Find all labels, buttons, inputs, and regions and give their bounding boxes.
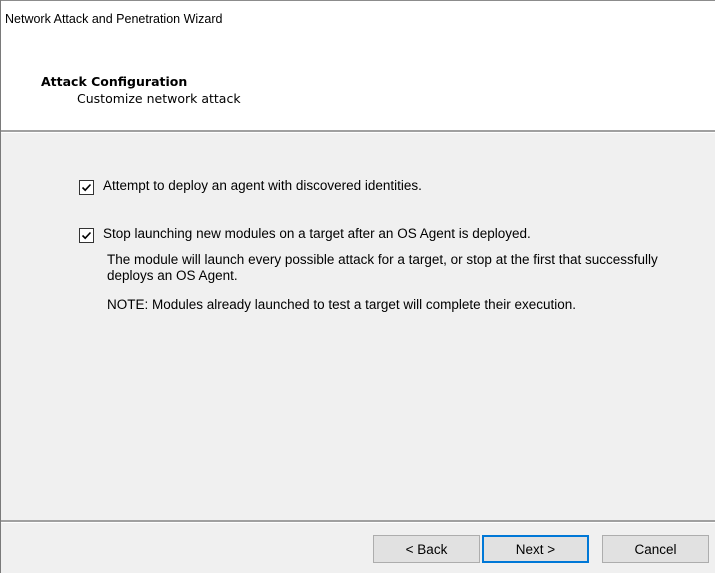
wizard-header: Attack Configuration Customize network a… [1,34,715,130]
wizard-footer: < Back Next > Cancel [1,523,715,573]
page-subtitle: Customize network attack [77,91,241,106]
window-title: Network Attack and Penetration Wizard [5,12,223,26]
module-note: NOTE: Modules already launched to test a… [107,297,576,312]
cancel-button[interactable]: Cancel [602,535,709,563]
title-bar: Network Attack and Penetration Wizard [1,0,715,35]
deploy-agent-checkbox[interactable] [79,180,94,195]
wizard-window: Network Attack and Penetration Wizard At… [0,0,715,573]
checkmark-icon [81,231,92,240]
stop-launching-checkbox[interactable] [79,228,94,243]
checkmark-icon [81,183,92,192]
module-description: The module will launch every possible at… [107,252,658,283]
deploy-agent-label: Attempt to deploy an agent with discover… [103,178,422,193]
page-title: Attack Configuration [41,74,188,89]
back-button[interactable]: < Back [373,535,480,563]
option-stop-launching[interactable]: Stop launching new modules on a target a… [79,226,531,243]
option-deploy-agent[interactable]: Attempt to deploy an agent with discover… [79,178,422,195]
stop-launching-label: Stop launching new modules on a target a… [103,226,531,241]
next-button[interactable]: Next > [482,535,589,563]
wizard-body: Attempt to deploy an agent with discover… [1,133,715,518]
